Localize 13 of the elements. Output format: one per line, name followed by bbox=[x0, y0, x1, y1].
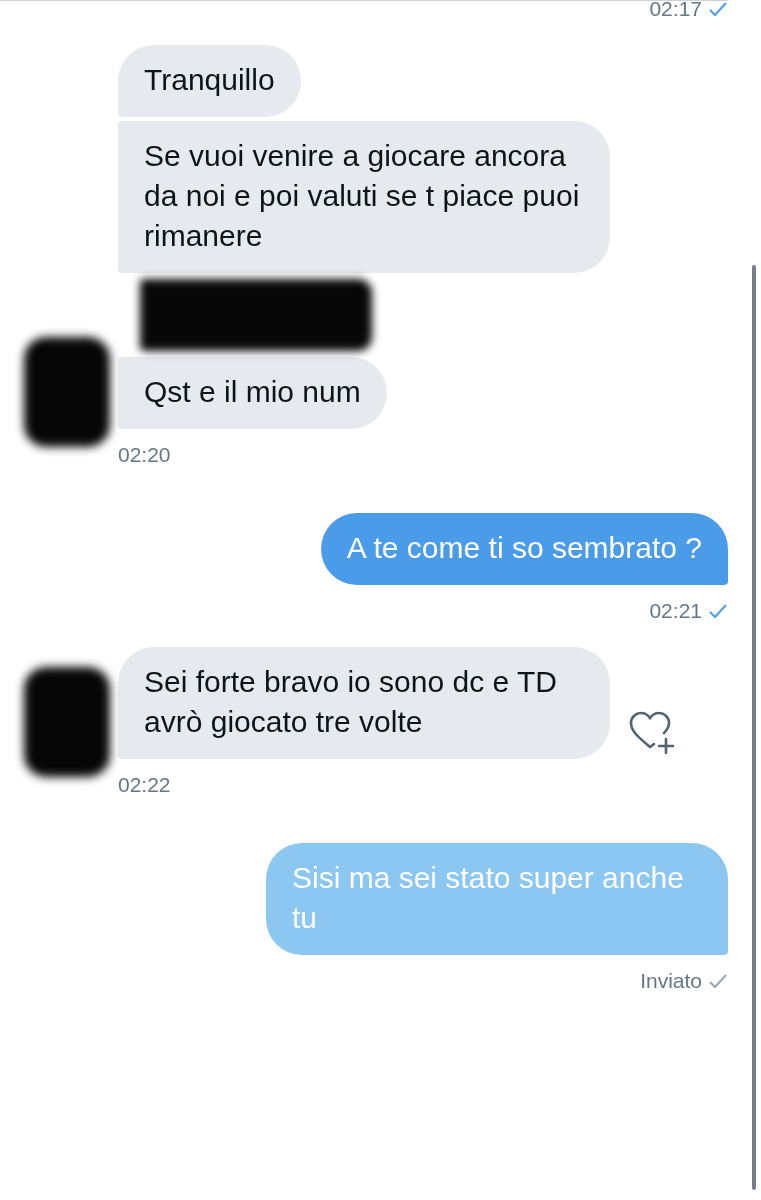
message-bubble: Qst e il mio num bbox=[118, 357, 387, 429]
message-time: 02:22 bbox=[118, 773, 172, 797]
scrollbar[interactable] bbox=[752, 265, 756, 1190]
heart-plus-icon[interactable] bbox=[628, 711, 676, 755]
message-time: 02:20 bbox=[118, 443, 172, 467]
message-bubble: Se vuoi venire a giocare ancora da noi e poi valuti se t piace puoi rimanere bbox=[118, 121, 610, 273]
message-status: 02:21 bbox=[649, 599, 702, 623]
message-status: Inviato bbox=[640, 969, 702, 993]
message-bubble: Sei forte bravo io sono dc e TD avrò giocato tre volte bbox=[118, 647, 610, 759]
message-bubble: Sisi ma sei stato super anche tu bbox=[266, 843, 728, 955]
message-time: 02:17 bbox=[649, 0, 702, 21]
message-bubble: Tranquillo bbox=[118, 45, 301, 117]
message-bubble: A te come ti so sembrato ? bbox=[320, 513, 728, 585]
